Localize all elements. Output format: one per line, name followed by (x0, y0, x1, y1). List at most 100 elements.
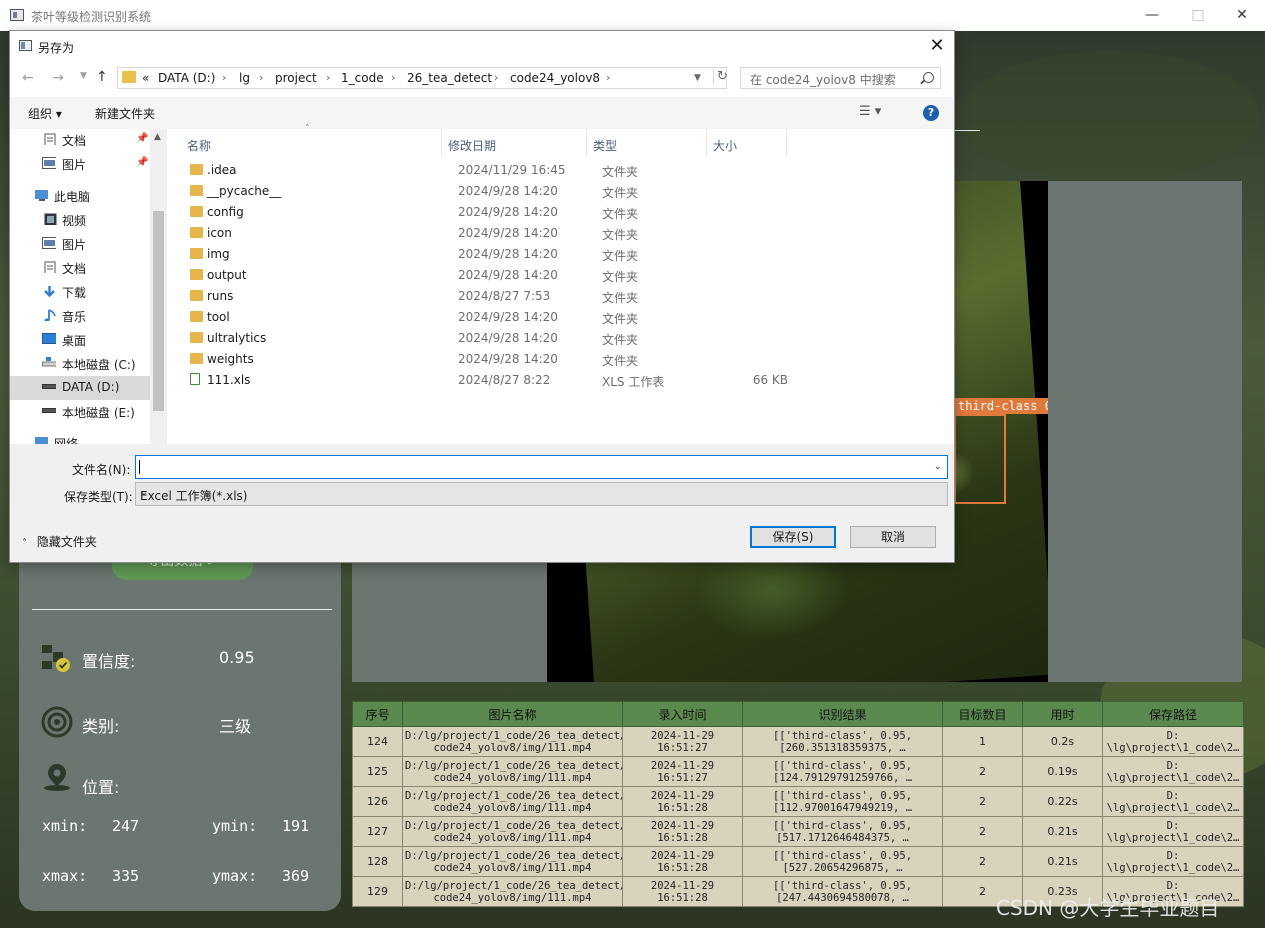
up-arrow-icon[interactable]: ↑ (96, 69, 108, 85)
detection-box (954, 414, 1006, 504)
filename-label: 文件名(N): (72, 463, 131, 477)
file-row-pycache[interactable]: __pycache__ 2024/9/28 14:20 文件夹 (187, 181, 947, 202)
file-date: 2024/9/28 14:20 (458, 205, 558, 219)
forward-arrow-icon[interactable]: → (52, 70, 64, 86)
chevron-down-icon[interactable]: ⌄ (140, 487, 942, 498)
table-row[interactable]: 127 D:/lg/project/1_code/26_tea_detect/ … (352, 816, 1244, 847)
nav-item-this-pc[interactable]: 此电脑 (10, 184, 150, 208)
file-row-weights[interactable]: weights 2024/9/28 14:20 文件夹 (187, 349, 947, 370)
file-row-img[interactable]: img 2024/9/28 14:20 文件夹 (187, 244, 947, 265)
organize-menu[interactable]: 组织 ▾ (28, 105, 62, 122)
text-caret (139, 460, 140, 474)
recent-dropdown-icon[interactable]: ▼ (80, 71, 87, 81)
column-header-size[interactable]: 大小 (707, 129, 787, 156)
back-arrow-icon[interactable]: ← (22, 70, 34, 86)
table-header-time[interactable]: 录入时间 (622, 701, 743, 727)
close-window-icon[interactable]: ✕ (1219, 0, 1265, 31)
breadcrumb-separator-icon[interactable]: › (326, 71, 330, 84)
file-row-ultralytics[interactable]: ultralytics 2024/9/28 14:20 文件夹 (187, 328, 947, 349)
breadcrumb-26-tea-detect[interactable]: 26_tea_detect (407, 71, 492, 85)
folder-icon (190, 185, 203, 196)
address-dropdown-icon[interactable]: ▼ (694, 73, 701, 83)
nav-item-music[interactable]: 音乐 (10, 304, 150, 328)
dialog-toolbar: 组织 ▾ 新建文件夹 ☰ ▾ (10, 97, 954, 129)
nav-item-drive-e[interactable]: 本地磁盘 (E:) (10, 400, 150, 424)
table-header-image-name[interactable]: 图片名称 (402, 701, 623, 727)
breadcrumb-1-code[interactable]: 1_code (341, 71, 384, 85)
breadcrumb-project[interactable]: project (275, 71, 317, 85)
search-box[interactable]: 在 code24_yolov8 中搜索 (740, 67, 941, 89)
table-row[interactable]: 124 D:/lg/project/1_code/26_tea_detect/ … (352, 726, 1244, 757)
cell-count: 2 (942, 846, 1023, 877)
drive-icon (42, 384, 56, 389)
nav-item-downloads[interactable]: 下载 (10, 280, 150, 304)
picture-icon (42, 157, 56, 169)
table-header-result[interactable]: 识别结果 (742, 701, 943, 727)
column-header-date[interactable]: 修改日期 (442, 129, 587, 156)
breadcrumb-code24-yolov8[interactable]: code24_yolov8 (510, 71, 600, 85)
nav-item-pictures-quick[interactable]: 图片 📌 (10, 152, 150, 176)
breadcrumb-lg[interactable]: lg (239, 71, 250, 85)
nav-item-pictures[interactable]: 图片 (10, 232, 150, 256)
cell-count: 2 (942, 786, 1023, 817)
nav-item-desktop[interactable]: 桌面 (10, 328, 150, 352)
view-options-icon[interactable]: ☰ ▾ (859, 104, 881, 119)
table-header-duration[interactable]: 用时 (1022, 701, 1103, 727)
nav-item-videos[interactable]: 视频 (10, 208, 150, 232)
breadcrumb-separator-icon[interactable]: › (606, 71, 610, 84)
ymin-label: ymin: (212, 817, 258, 835)
column-name-label: 名称 (187, 139, 212, 153)
breadcrumb-overflow[interactable]: « (142, 71, 149, 85)
file-name: img (207, 247, 230, 261)
nav-item-documents[interactable]: 文档 (10, 256, 150, 280)
file-name: icon (207, 226, 232, 240)
help-icon[interactable]: ? (923, 105, 939, 121)
hide-folders-toggle[interactable]: ˄ 隐藏文件夹 (22, 533, 97, 550)
dialog-close-icon[interactable]: ✕ (924, 33, 950, 59)
file-row-runs[interactable]: runs 2024/8/27 7:53 文件夹 (187, 286, 947, 307)
nav-scrollbar-thumb[interactable] (153, 211, 164, 411)
save-button[interactable]: 保存(S) (750, 526, 836, 548)
breadcrumb-data-drive[interactable]: DATA (D:) (158, 71, 215, 85)
nav-item-drive-c[interactable]: 本地磁盘 (C:) (10, 352, 150, 376)
column-header-name[interactable]: 名称 ˄ (181, 124, 442, 156)
table-row[interactable]: 128 D:/lg/project/1_code/26_tea_detect/ … (352, 846, 1244, 877)
nav-scrollbar[interactable]: ▲ ▼ (150, 129, 167, 474)
dialog-titlebar: 另存为 ✕ (10, 31, 954, 61)
file-row-xls[interactable]: 111.xls 2024/8/27 8:22 XLS 工作表 66 KB (187, 370, 947, 391)
table-header-save-path[interactable]: 保存路径 (1102, 701, 1244, 727)
refresh-icon[interactable]: ↻ (713, 69, 728, 84)
chevron-down-icon[interactable]: ⌄ (934, 461, 942, 472)
breadcrumb-separator-icon[interactable]: › (391, 71, 395, 84)
breadcrumb-separator-icon[interactable]: › (259, 71, 263, 84)
result-table[interactable]: 序号 图片名称 录入时间 识别结果 目标数目 用时 保存路径 124 D:/lg… (352, 701, 1244, 907)
address-bar[interactable]: « DATA (D:) › lg › project › 1_code › 26… (117, 67, 728, 89)
maximize-icon[interactable]: □ (1175, 0, 1221, 31)
file-row-config[interactable]: config 2024/9/28 14:20 文件夹 (187, 202, 947, 223)
file-row-tool[interactable]: tool 2024/9/28 14:20 文件夹 (187, 307, 947, 328)
scroll-up-icon[interactable]: ▲ (154, 132, 161, 142)
minimize-icon[interactable]: — (1129, 0, 1175, 31)
search-icon[interactable] (923, 72, 934, 83)
breadcrumb-separator-icon[interactable]: › (222, 71, 226, 84)
cell-image-name: D:/lg/project/1_code/26_tea_detect/ code… (402, 816, 623, 847)
breadcrumb-separator-icon[interactable]: › (494, 71, 498, 84)
class-label: 类别: (82, 717, 120, 736)
table-header-count[interactable]: 目标数目 (942, 701, 1023, 727)
table-header-index[interactable]: 序号 (352, 701, 403, 727)
file-row-icon[interactable]: icon 2024/9/28 14:20 文件夹 (187, 223, 947, 244)
table-row[interactable]: 125 D:/lg/project/1_code/26_tea_detect/ … (352, 756, 1244, 787)
file-row-output[interactable]: output 2024/9/28 14:20 文件夹 (187, 265, 947, 286)
filetype-select[interactable]: Excel 工作簿(*.xls) ⌄ (135, 482, 948, 506)
download-icon (44, 286, 55, 297)
file-row-idea[interactable]: .idea 2024/11/29 16:45 文件夹 (187, 160, 947, 181)
new-folder-button[interactable]: 新建文件夹 (95, 105, 155, 122)
column-header-type[interactable]: 类型 (587, 129, 707, 156)
file-type: 文件夹 (602, 228, 639, 242)
cancel-button[interactable]: 取消 (850, 526, 936, 548)
folder-icon (190, 227, 203, 238)
filename-input[interactable]: ⌄ (135, 455, 948, 479)
table-row[interactable]: 126 D:/lg/project/1_code/26_tea_detect/ … (352, 786, 1244, 817)
nav-item-data-drive[interactable]: DATA (D:) (10, 376, 150, 400)
nav-item-documents-quick[interactable]: 文档 📌 (10, 129, 150, 152)
